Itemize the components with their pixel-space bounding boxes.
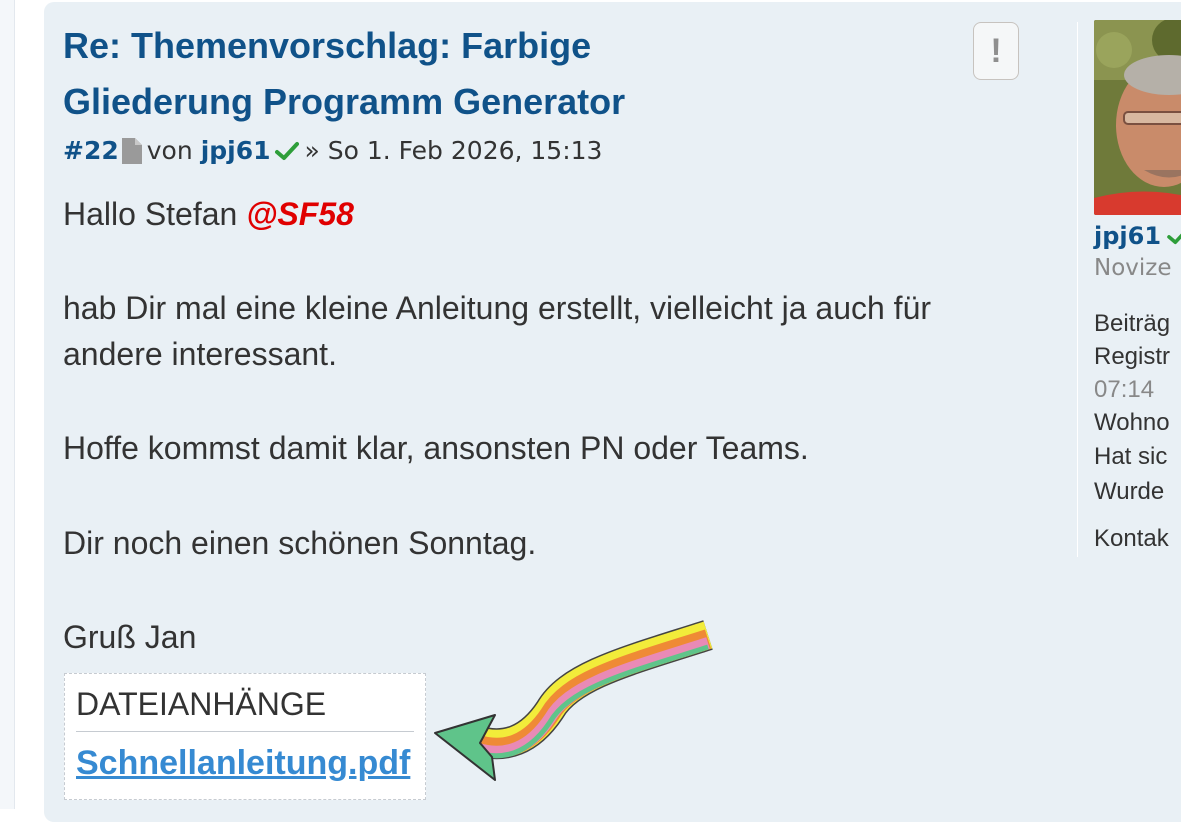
greeting-line: Hallo Stefan @SF58 (63, 191, 1023, 237)
attachments-box: DATEIANHÄNGE Schnellanleitung.pdf (64, 673, 426, 800)
exclamation-icon: ! (990, 31, 1002, 70)
post-meta: #22 von jpj61 » So 1. Feb 2026, 15:13 (63, 136, 602, 165)
author-link[interactable]: jpj61 (201, 136, 271, 165)
profile-location: Wohno (1094, 409, 1170, 436)
post-paragraph: Hoffe kommst damit klar, ansonsten PN od… (63, 430, 809, 466)
post-title[interactable]: Re: Themenvorschlag: Farbige Gliederung … (63, 18, 703, 130)
checkmark-icon (274, 141, 299, 160)
profile-contact[interactable]: Kontak (1094, 525, 1169, 553)
avatar[interactable] (1094, 20, 1181, 215)
profile-registered-time: 07:14 (1094, 376, 1155, 403)
greeting-text: Hallo Stefan (63, 196, 247, 232)
post-date: » So 1. Feb 2026, 15:13 (304, 136, 603, 165)
profile-username[interactable]: jpj61 (1094, 222, 1181, 250)
attachments-heading: DATEIANHÄNGE (76, 686, 414, 732)
profile-divider (1077, 22, 1078, 557)
profile-thanks-given: Hat sic (1094, 443, 1168, 470)
profile-rank: Novize (1094, 255, 1172, 281)
post-paragraph: Dir noch einen schönen Sonntag. (63, 525, 537, 561)
mention-link[interactable]: @SF58 (246, 196, 354, 232)
checkmark-icon (1167, 233, 1181, 245)
report-button[interactable]: ! (973, 22, 1019, 80)
post-paragraph: hab Dir mal eine kleine Anleitung erstel… (63, 290, 932, 372)
rainbow-arrow-annotation (434, 620, 713, 781)
document-icon[interactable] (121, 137, 143, 165)
profile-posts: Beiträg (1094, 310, 1171, 337)
left-margin-strip (0, 0, 15, 809)
attachment-link[interactable]: Schnellanleitung.pdf (76, 744, 410, 783)
profile-username-text[interactable]: jpj61 (1094, 222, 1161, 250)
profile-registered: Registr (1094, 343, 1171, 370)
profile-thanks-received: Wurde (1094, 478, 1165, 505)
by-label: von (146, 136, 193, 165)
post-number-link[interactable]: #22 (63, 136, 119, 165)
